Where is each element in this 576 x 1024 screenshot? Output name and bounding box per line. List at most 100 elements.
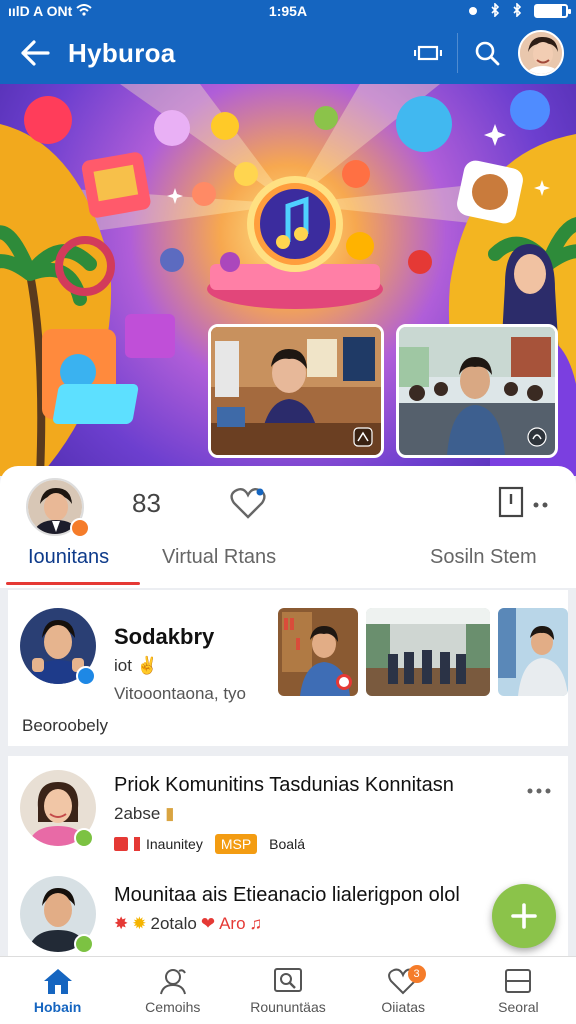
feed-card-1[interactable]: Sodakbry iot ✌ Vitooontaona, tyo Beoroob… <box>8 590 568 746</box>
floating-cube <box>314 106 338 130</box>
nav-label: Oiiatas <box>381 998 425 1015</box>
nav-contacts[interactable]: Cemoihs <box>115 957 230 1024</box>
user-avatar-button[interactable] <box>518 30 564 76</box>
screen-cast-icon <box>414 45 442 61</box>
tag-badge[interactable]: MSP <box>214 834 258 854</box>
battery-icon <box>534 4 571 18</box>
post-author-name[interactable]: Sodakbry <box>114 624 214 650</box>
floating-gift-box <box>125 314 175 358</box>
bottom-navigation: Hobain Cemoihs Roununtäas 3 Oiiatas Seor… <box>0 956 576 1024</box>
wifi-icon <box>76 3 92 19</box>
nav-label: Roununtäas <box>250 998 326 1015</box>
post-thumbnail-classroom[interactable] <box>498 608 568 696</box>
like-button[interactable] <box>230 486 266 525</box>
tag-icon <box>134 837 140 851</box>
floating-cube <box>342 160 370 188</box>
location-icon <box>468 3 478 19</box>
app-bar: Hyburoa <box>0 22 576 84</box>
active-tab-indicator <box>6 582 140 585</box>
cookie <box>472 174 508 210</box>
post-meta-text: 2abse <box>114 804 161 823</box>
hero-photo-classroom[interactable] <box>396 324 558 458</box>
post-meta-text: 2otalo <box>150 914 197 933</box>
screen-mirror-button[interactable] <box>405 30 451 76</box>
tag-community[interactable]: Inaunitey <box>146 834 209 854</box>
post-tags: Inaunitey MSP Boalá <box>114 834 311 854</box>
search-icon <box>475 41 500 66</box>
floating-orb <box>154 110 190 146</box>
tab-bar: Iounitans Virtual Rtans Sosiln Stem <box>0 538 576 588</box>
notification-badge: 3 <box>407 965 426 983</box>
nav-favorites[interactable]: 3 Oiiatas <box>346 957 461 1024</box>
heart-emoji-icon: ❤ <box>200 914 216 933</box>
floating-cube <box>346 232 374 260</box>
floating-cube <box>234 162 258 186</box>
back-arrow-icon <box>21 40 50 66</box>
verified-badge <box>74 828 94 848</box>
floating-bird-badge <box>510 90 550 130</box>
sun-emoji-icon: ✹ <box>132 914 147 933</box>
record-badge-icon <box>336 674 352 690</box>
post-meta: 2abse ▮ <box>114 804 174 824</box>
signal-carrier-text: ıılD A ONt <box>8 3 73 19</box>
sparkle-emoji-icon: ✸ <box>114 914 129 933</box>
create-post-button[interactable] <box>492 884 556 948</box>
notification-bubble <box>24 96 72 144</box>
hero-photo-student-desk[interactable] <box>208 324 384 458</box>
verified-badge <box>74 934 94 954</box>
back-button[interactable] <box>12 30 58 76</box>
more-options-button[interactable] <box>532 496 550 514</box>
music-emoji-icon: ♫ <box>249 914 263 933</box>
plus-icon <box>511 903 537 929</box>
verified-badge <box>70 518 90 538</box>
person-chat-icon <box>159 968 186 994</box>
menu-icon <box>505 968 532 993</box>
floating-platform <box>53 384 139 424</box>
nav-label: Cemoihs <box>145 998 201 1015</box>
search-button[interactable] <box>464 30 510 76</box>
post-options-button[interactable] <box>526 782 552 800</box>
heart-outline-icon <box>230 487 266 519</box>
floating-cube <box>192 182 216 206</box>
profile-card: 83 Iounitans Virtual Rtans Sosiln Stem <box>0 466 576 588</box>
post-footer-text: Beoroobely <box>22 716 109 735</box>
tab-communities[interactable]: Iounitans <box>28 546 109 569</box>
follower-count: 83 <box>132 488 161 518</box>
floating-ar-headset <box>396 96 452 152</box>
bookmark-button[interactable] <box>498 486 524 523</box>
post-title[interactable]: Priok Komunitins Tasdunias Konnitasn <box>114 774 454 797</box>
tag-label[interactable]: Boalá <box>263 834 311 854</box>
thumbnail-hallway-photo <box>366 608 490 696</box>
nav-more[interactable]: Seoral <box>461 957 576 1024</box>
tag-icon <box>114 837 128 851</box>
tab-virtual[interactable]: Virtual Rtans <box>162 546 276 569</box>
more-dots-icon <box>527 788 551 794</box>
battery-level <box>536 6 562 16</box>
post-title[interactable]: Mounitaa ais Etieanacio lialerigpon olol <box>114 884 460 907</box>
post-location: Vitooontaona, tyo <box>114 684 247 703</box>
hero-banner[interactable] <box>0 84 576 476</box>
bluetooth-icon <box>512 1 522 20</box>
floating-cube <box>408 250 432 274</box>
bookmark-icon <box>498 486 524 518</box>
feed-card-2[interactable]: Priok Komunitins Tasdunias Konnitasn 2ab… <box>8 756 568 956</box>
post-meta: iot ✌ <box>114 656 158 676</box>
floating-cube <box>220 252 240 272</box>
ar-camera-icon[interactable] <box>527 427 547 447</box>
ar-camera-icon[interactable] <box>353 427 373 447</box>
app-title: Hyburoa <box>68 37 176 68</box>
nav-home[interactable]: Hobain <box>0 957 115 1024</box>
verified-badge <box>76 666 96 686</box>
post-thumbnail-hallway[interactable] <box>366 608 490 696</box>
avatar-image <box>520 32 562 74</box>
popcorn-emoji-icon: ▮ <box>165 804 175 823</box>
music-portal <box>254 183 336 265</box>
nav-communities[interactable]: Roununtäas <box>230 957 345 1024</box>
thumbnail-classroom-photo <box>498 608 568 696</box>
gallery-search-icon <box>274 967 302 992</box>
post-thumbnail-library[interactable] <box>278 608 358 696</box>
floating-cube <box>160 248 184 272</box>
nav-label: Seoral <box>498 998 539 1015</box>
status-bar: ıılD A ONt 1:95A <box>0 0 576 22</box>
tab-social-stem[interactable]: Sosiln Stem <box>430 546 537 569</box>
